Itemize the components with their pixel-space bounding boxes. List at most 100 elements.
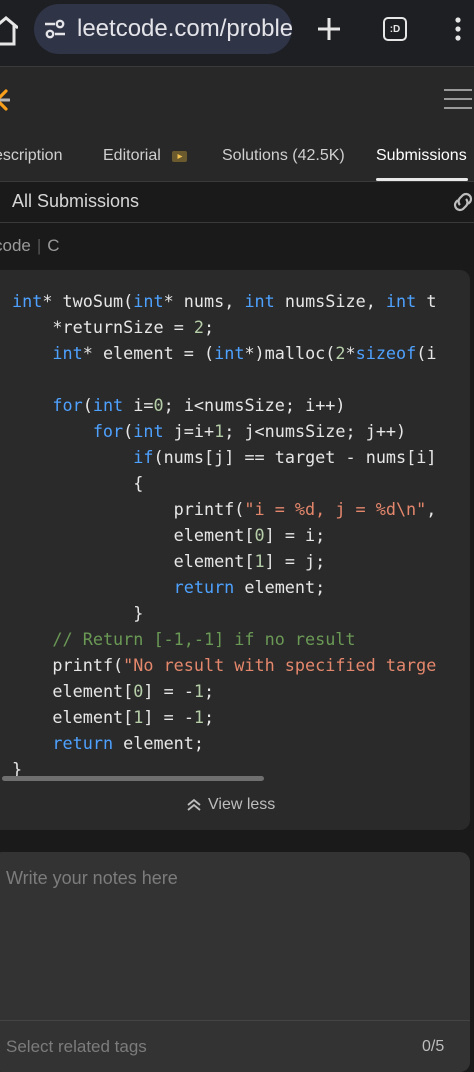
- code-line: element[1] = j;: [12, 551, 326, 571]
- tags-select[interactable]: Select related tags: [6, 1037, 147, 1057]
- code-number: 0: [133, 681, 144, 701]
- code-line: return element;: [12, 733, 204, 753]
- all-submissions-link[interactable]: All Submissions: [12, 191, 139, 212]
- code-line: element[0] = -1;: [12, 681, 214, 701]
- code-token: element: [173, 525, 245, 545]
- site-settings-icon[interactable]: [43, 17, 67, 41]
- code-token: numsSize: [204, 395, 285, 415]
- code-number: 0: [153, 395, 164, 415]
- code-token: [: [123, 707, 134, 727]
- code-token: twoSum: [62, 291, 124, 311]
- code-token: +: [204, 421, 215, 441]
- code-token: ]: [264, 525, 275, 545]
- code-keyword: for: [52, 395, 83, 415]
- code-keyword: int: [385, 291, 417, 311]
- home-icon[interactable]: [0, 14, 18, 48]
- code-token: ,: [365, 291, 376, 311]
- code-line: // Return [-1,-1] if no result: [12, 629, 355, 649]
- code-token: (: [123, 291, 134, 311]
- more-vert-icon[interactable]: [451, 16, 465, 42]
- code-token: =: [254, 447, 265, 467]
- code-token: <: [193, 395, 205, 415]
- code-token: nums: [365, 447, 407, 467]
- code-token: ;: [204, 707, 215, 727]
- share-link-icon[interactable]: [450, 192, 474, 212]
- code-token: +: [385, 421, 397, 441]
- code-token: i: [183, 395, 194, 415]
- code-viewer[interactable]: int* twoSum(int* nums, int numsSize, int…: [0, 270, 470, 830]
- code-line: int* twoSum(int* nums, int numsSize, int…: [12, 291, 436, 311]
- video-icon: [172, 151, 187, 162]
- tab-description[interactable]: escription: [0, 147, 62, 165]
- code-token: (: [416, 343, 427, 363]
- code-token: (: [234, 499, 245, 519]
- code-token: ;: [315, 577, 326, 597]
- code-token: element: [173, 551, 245, 571]
- code-token: =: [173, 317, 184, 337]
- code-token: [: [244, 525, 255, 545]
- code-line: printf("No result with specified targe: [12, 655, 436, 675]
- horizontal-scrollbar[interactable]: [2, 776, 264, 781]
- view-less-button[interactable]: View less: [186, 796, 275, 814]
- code-line: return element;: [12, 577, 326, 597]
- code-token: ]: [143, 707, 154, 727]
- code-token: }: [133, 603, 144, 623]
- code-number: 1: [193, 707, 205, 727]
- code-token: printf: [173, 499, 235, 519]
- code-token: +: [375, 421, 386, 441]
- code-token: j: [244, 421, 255, 441]
- new-tab-icon[interactable]: [316, 16, 342, 42]
- code-line: *returnSize = 2;: [12, 317, 214, 337]
- code-number: 1: [133, 707, 144, 727]
- code-token: =: [284, 525, 295, 545]
- code-language-row: code | C: [0, 236, 60, 256]
- tab-submissions[interactable]: Submissions: [376, 147, 467, 165]
- code-block: int* twoSum(int* nums, int numsSize, int…: [12, 288, 436, 782]
- code-token: [: [123, 681, 134, 701]
- code-token: ;: [204, 317, 215, 337]
- code-token: printf: [52, 655, 114, 675]
- tab-switcher-icon[interactable]: :D: [383, 17, 407, 41]
- tab-solutions[interactable]: Solutions (42.5K): [222, 147, 345, 165]
- address-bar[interactable]: leetcode.com/problem: [34, 4, 292, 54]
- code-line: for(int j=i+1; j<numsSize; j++): [12, 421, 406, 441]
- code-line: element[1] = -1;: [12, 707, 214, 727]
- code-token: i: [305, 395, 316, 415]
- code-keyword: int: [12, 291, 43, 311]
- code-token: j: [305, 551, 316, 571]
- code-token: j: [214, 447, 225, 467]
- site-header: [0, 66, 474, 132]
- tab-editorial[interactable]: Editorial: [103, 147, 161, 165]
- code-keyword: return: [173, 577, 235, 597]
- leetcode-logo-icon[interactable]: [0, 89, 10, 111]
- code-token: =: [183, 343, 194, 363]
- code-token: element: [244, 577, 316, 597]
- hamburger-menu-icon[interactable]: [444, 88, 472, 110]
- code-keyword: if: [133, 447, 154, 467]
- code-token: =: [143, 395, 154, 415]
- code-token: (: [204, 343, 215, 363]
- notes-input[interactable]: Write your notes here: [6, 868, 178, 889]
- code-token: numsSize: [264, 421, 346, 441]
- code-token: target: [274, 447, 336, 467]
- code-token: malloc: [264, 343, 326, 363]
- code-keyword: int: [52, 343, 83, 363]
- code-label: code: [0, 236, 31, 255]
- code-token: -: [345, 447, 356, 467]
